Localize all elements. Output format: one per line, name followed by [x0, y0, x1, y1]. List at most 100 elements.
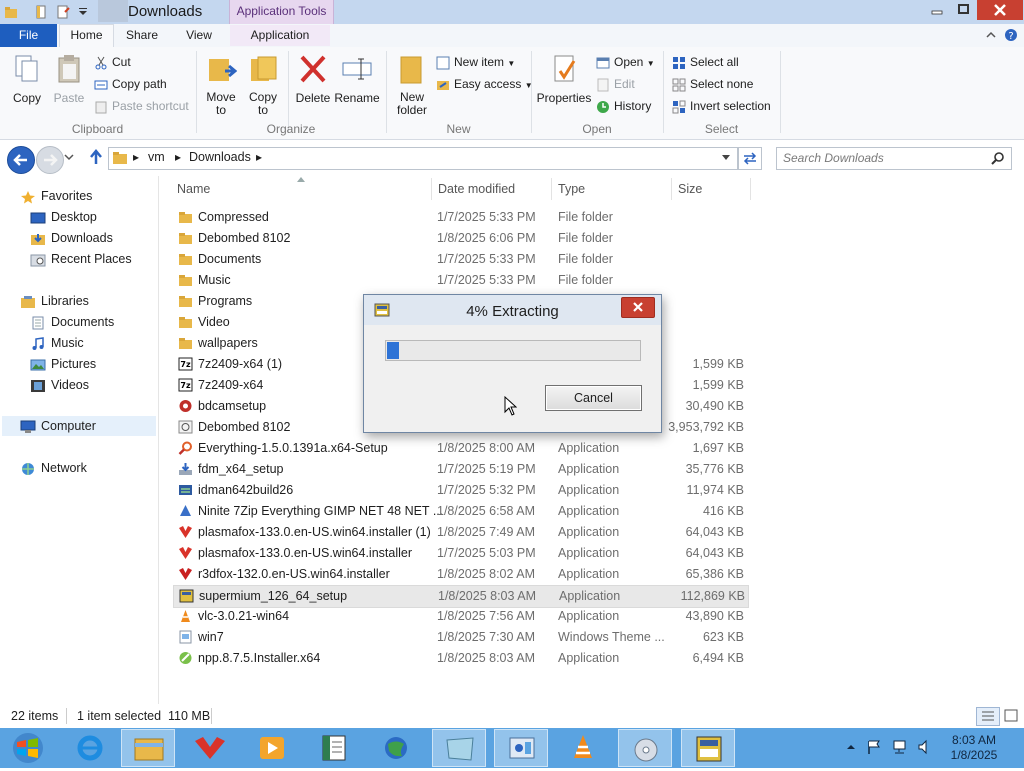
file-row[interactable]: Compressed 1/7/2025 5:33 PM File folder	[173, 207, 747, 228]
copy-to-button[interactable]: Copy to	[243, 53, 283, 117]
back-button[interactable]	[7, 146, 35, 174]
taskbar-app-active[interactable]	[432, 729, 486, 767]
nav-desktop[interactable]: Desktop	[30, 207, 97, 227]
column-header-name[interactable]: Name	[177, 182, 210, 196]
open-button[interactable]: Open ▼	[596, 53, 655, 71]
tab-file[interactable]: File	[0, 24, 57, 47]
column-divider[interactable]	[671, 178, 672, 200]
network-tray-icon[interactable]	[892, 739, 910, 755]
dialog-close-button[interactable]	[621, 297, 655, 318]
taskbar-media-player[interactable]	[245, 729, 299, 767]
column-divider[interactable]	[750, 178, 751, 200]
volume-icon[interactable]	[917, 739, 933, 755]
file-row[interactable]: idman642build26 1/7/2025 5:32 PM Applicati…	[173, 480, 747, 501]
file-row[interactable]: npp.8.7.5.Installer.x64 1/8/2025 8:03 AM A…	[173, 648, 747, 669]
new-item-button[interactable]: New item ▼	[436, 53, 515, 71]
dialog-title-bar[interactable]: 4% Extracting	[364, 295, 661, 325]
taskbar-app-globe[interactable]	[369, 729, 423, 767]
tab-application[interactable]: Application	[230, 25, 330, 46]
file-row[interactable]: fdm_x64_setup 1/7/2025 5:19 PM Application…	[173, 459, 747, 480]
file-row[interactable]: plasmafox-133.0.en-US.win64.installer (1…	[173, 522, 747, 543]
paste-button[interactable]: Paste	[50, 53, 88, 105]
nav-videos[interactable]: Videos	[30, 375, 89, 395]
tab-view[interactable]: View	[172, 25, 226, 46]
file-row[interactable]: supermium_126_64_setup 1/8/2025 8:03 AM Ap…	[173, 585, 749, 608]
nav-recent-places[interactable]: Recent Places	[30, 249, 132, 269]
taskbar-internet-explorer[interactable]	[63, 729, 117, 767]
taskbar-notepad[interactable]	[307, 729, 361, 767]
edit-button[interactable]: Edit	[596, 75, 635, 93]
nav-libraries[interactable]: Libraries	[20, 291, 89, 311]
nav-music[interactable]: Music	[30, 333, 84, 353]
up-arrow-icon[interactable]	[88, 148, 104, 166]
nav-pictures[interactable]: Pictures	[30, 354, 96, 374]
start-button[interactable]	[0, 729, 56, 767]
recent-locations-icon[interactable]	[64, 152, 74, 162]
breadcrumb-separator[interactable]: ▸	[133, 150, 139, 164]
properties-icon[interactable]	[34, 5, 48, 19]
breadcrumb-downloads[interactable]: Downloads	[189, 150, 251, 164]
delete-button[interactable]: Delete	[293, 53, 333, 105]
breadcrumb-vm[interactable]: vm	[148, 150, 165, 164]
new-folder-button[interactable]: New folder	[391, 53, 433, 117]
taskbar-browser[interactable]	[183, 729, 237, 767]
copy-button[interactable]: Copy	[8, 53, 46, 105]
show-hidden-icons-icon[interactable]	[846, 742, 856, 752]
rename-button[interactable]: Rename	[334, 53, 380, 105]
help-icon[interactable]: ?	[1004, 28, 1018, 42]
breadcrumb-separator[interactable]: ▸	[175, 150, 181, 164]
taskbar-extractor[interactable]	[681, 729, 735, 767]
taskbar-control-panel[interactable]	[494, 729, 548, 767]
maximize-button[interactable]	[950, 0, 976, 20]
action-center-flag-icon[interactable]	[866, 739, 882, 755]
address-input[interactable]: ▸ vm ▸ Downloads ▸	[108, 147, 738, 170]
taskbar-file-explorer[interactable]	[121, 729, 175, 767]
breadcrumb-separator[interactable]: ▸	[256, 150, 262, 164]
search-input[interactable]: Search Downloads	[776, 147, 1012, 170]
cancel-button[interactable]: Cancel	[545, 385, 642, 411]
details-view-button[interactable]	[976, 707, 1000, 726]
minimize-button[interactable]	[924, 0, 950, 20]
file-row[interactable]: Everything-1.5.0.1391a.x64-Setup 1/8/2025…	[173, 438, 747, 459]
tab-share[interactable]: Share	[116, 25, 168, 46]
file-row[interactable]: Debombed 8102 1/8/2025 6:06 PM File folder	[173, 228, 747, 249]
column-header-size[interactable]: Size	[678, 182, 702, 196]
customize-toolbar-icon[interactable]	[76, 5, 90, 19]
invert-selection-button[interactable]: Invert selection	[672, 97, 771, 115]
collapse-ribbon-icon[interactable]	[985, 29, 997, 41]
large-icons-view-button[interactable]	[1000, 707, 1022, 724]
file-row[interactable]: vlc-3.0.21-win64 1/8/2025 7:56 AM Applicat…	[173, 606, 747, 627]
history-button[interactable]: History	[596, 97, 651, 115]
move-to-button[interactable]: Move to	[201, 53, 241, 117]
new-folder-icon[interactable]	[56, 5, 70, 19]
select-all-button[interactable]: Select all	[672, 53, 739, 71]
properties-button[interactable]: Properties	[536, 53, 592, 105]
column-header-type[interactable]: Type	[558, 182, 585, 196]
nav-downloads[interactable]: Downloads	[30, 228, 113, 248]
address-dropdown-icon[interactable]	[721, 154, 731, 162]
forward-button[interactable]	[36, 146, 64, 174]
column-divider[interactable]	[551, 178, 552, 200]
file-row[interactable]: win7 1/8/2025 7:30 AM Windows Theme ... 623…	[173, 627, 747, 648]
file-row[interactable]: Music 1/7/2025 5:33 PM File folder	[173, 270, 747, 291]
tab-home[interactable]: Home	[59, 24, 114, 48]
search-icon[interactable]	[991, 151, 1005, 165]
file-row[interactable]: plasmafox-133.0.en-US.win64.installer 1/7…	[173, 543, 747, 564]
copy-path-button[interactable]: Copy path	[94, 75, 167, 93]
close-button[interactable]	[977, 0, 1023, 20]
taskbar-installer[interactable]	[618, 729, 672, 767]
file-row[interactable]: r3dfox-132.0.en-US.win64.installer 1/8/20…	[173, 564, 747, 585]
column-divider[interactable]	[431, 178, 432, 200]
cut-button[interactable]: Cut	[94, 53, 131, 71]
refresh-button[interactable]	[738, 147, 762, 170]
nav-network[interactable]: Network	[20, 458, 87, 478]
taskbar-vlc[interactable]	[556, 729, 610, 767]
nav-computer[interactable]: Computer	[2, 416, 156, 436]
easy-access-button[interactable]: Easy access ▼	[436, 75, 533, 93]
taskbar-clock[interactable]: 8:03 AM 1/8/2025	[944, 733, 1004, 763]
paste-shortcut-button[interactable]: Paste shortcut	[94, 97, 189, 115]
nav-favorites[interactable]: Favorites	[20, 186, 92, 206]
select-none-button[interactable]: Select none	[672, 75, 753, 93]
nav-documents[interactable]: Documents	[30, 312, 114, 332]
file-row[interactable]: Ninite 7Zip Everything GIMP NET 48 NET .…	[173, 501, 747, 522]
